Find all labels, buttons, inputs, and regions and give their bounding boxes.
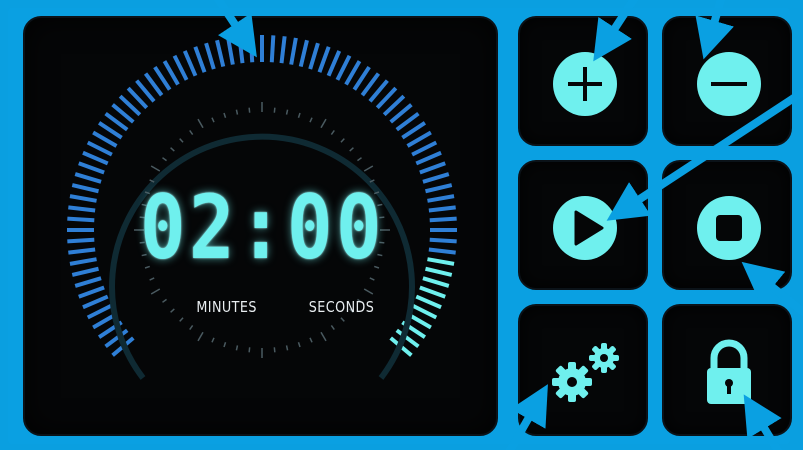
dial-minor-tick [248,347,251,353]
minutes-label: MINUTES [196,298,257,316]
dial-tick [86,140,113,157]
play-button[interactable] [518,160,648,290]
dial-tick [344,60,362,86]
timer-digits: 02:00 [139,176,386,279]
lock-button[interactable] [662,304,792,436]
dial-minor-tick [235,109,239,115]
dial-tick [335,54,352,81]
dial-tick [193,46,207,73]
dial-minor-tick [330,325,335,330]
dial-tick [279,36,287,64]
dial-minor-tick [363,288,374,295]
dial-tick [419,161,446,175]
play-icon [553,196,617,260]
add-time-button[interactable] [518,16,648,146]
dial-tick [422,276,450,288]
dial-minor-tick [189,325,194,330]
dial-tick [298,39,309,67]
dial-tick [415,150,442,166]
dial-minor-tick [223,341,227,348]
gears-icon [552,343,619,402]
dial-minor-tick [197,118,204,129]
dial-minor-tick [340,138,345,143]
minus-icon [697,52,761,116]
dial-minor-tick [223,112,227,119]
dial-tick [248,35,255,63]
stop-button[interactable] [662,160,792,290]
dial-tick [172,54,189,81]
dial-minor-tick [150,288,161,295]
dial-tick [411,140,438,157]
dial-minor-tick [285,109,289,115]
dial-tick [182,50,198,77]
dial-tick [78,285,105,299]
dial-minor-tick [297,341,301,348]
dial-minor-tick [189,130,194,135]
timer-display-panel: 02:00 MINUTES SECONDS [23,16,498,436]
dial-minor-tick [211,117,215,123]
dial-minor-tick [273,347,276,353]
dial-minor-tick [297,112,301,119]
dial-tick [406,130,432,148]
dial-minor-tick [309,337,313,343]
dial-minor-tick [162,298,167,303]
dial-minor-tick [273,107,276,113]
dial-tick [162,60,180,86]
dial-tick [204,42,216,70]
dial-minor-tick [285,345,289,351]
dial-tick [226,37,235,65]
dial-tick [317,46,331,73]
dial-tick [92,130,118,148]
dial-minor-tick [170,308,175,313]
dial-minor-tick [309,117,313,123]
dial-minor-tick [340,317,345,322]
dial-minor-tick [211,337,215,343]
dial-tick [419,285,446,299]
dial-minor-tick [357,157,362,162]
dial-minor-tick [162,157,167,162]
dial-minor-tick [179,317,184,322]
dial-tick [289,37,298,65]
dial-tick [237,36,245,64]
dial-minor-tick [150,165,161,172]
dial-tick [326,50,342,77]
dial-tick [74,276,102,288]
dial-tick [415,294,442,310]
dial-tick [308,42,320,70]
dial-tick [269,35,276,63]
dial-minor-tick [248,107,251,113]
dial-minor-tick [179,138,184,143]
dial-minor-tick [320,331,327,342]
dial-tick [82,150,109,166]
dial-tick [78,161,105,175]
dial-minor-tick [349,147,354,152]
dial-minor-tick [197,331,204,342]
dial-minor-tick [330,130,335,135]
dial-tick [86,303,113,320]
dial-minor-tick [170,147,175,152]
padlock-icon [707,339,751,404]
dial-tick [411,303,438,320]
dial-minor-tick [363,165,374,172]
dial-minor-tick [235,345,239,351]
dial-minor-tick [320,118,327,129]
dial-tick [215,39,226,67]
seconds-label: SECONDS [308,298,375,316]
stop-icon [697,196,761,260]
subtract-time-button[interactable] [662,16,792,146]
dial-tick [82,294,109,310]
plus-icon [553,52,617,116]
settings-button[interactable] [518,304,648,436]
